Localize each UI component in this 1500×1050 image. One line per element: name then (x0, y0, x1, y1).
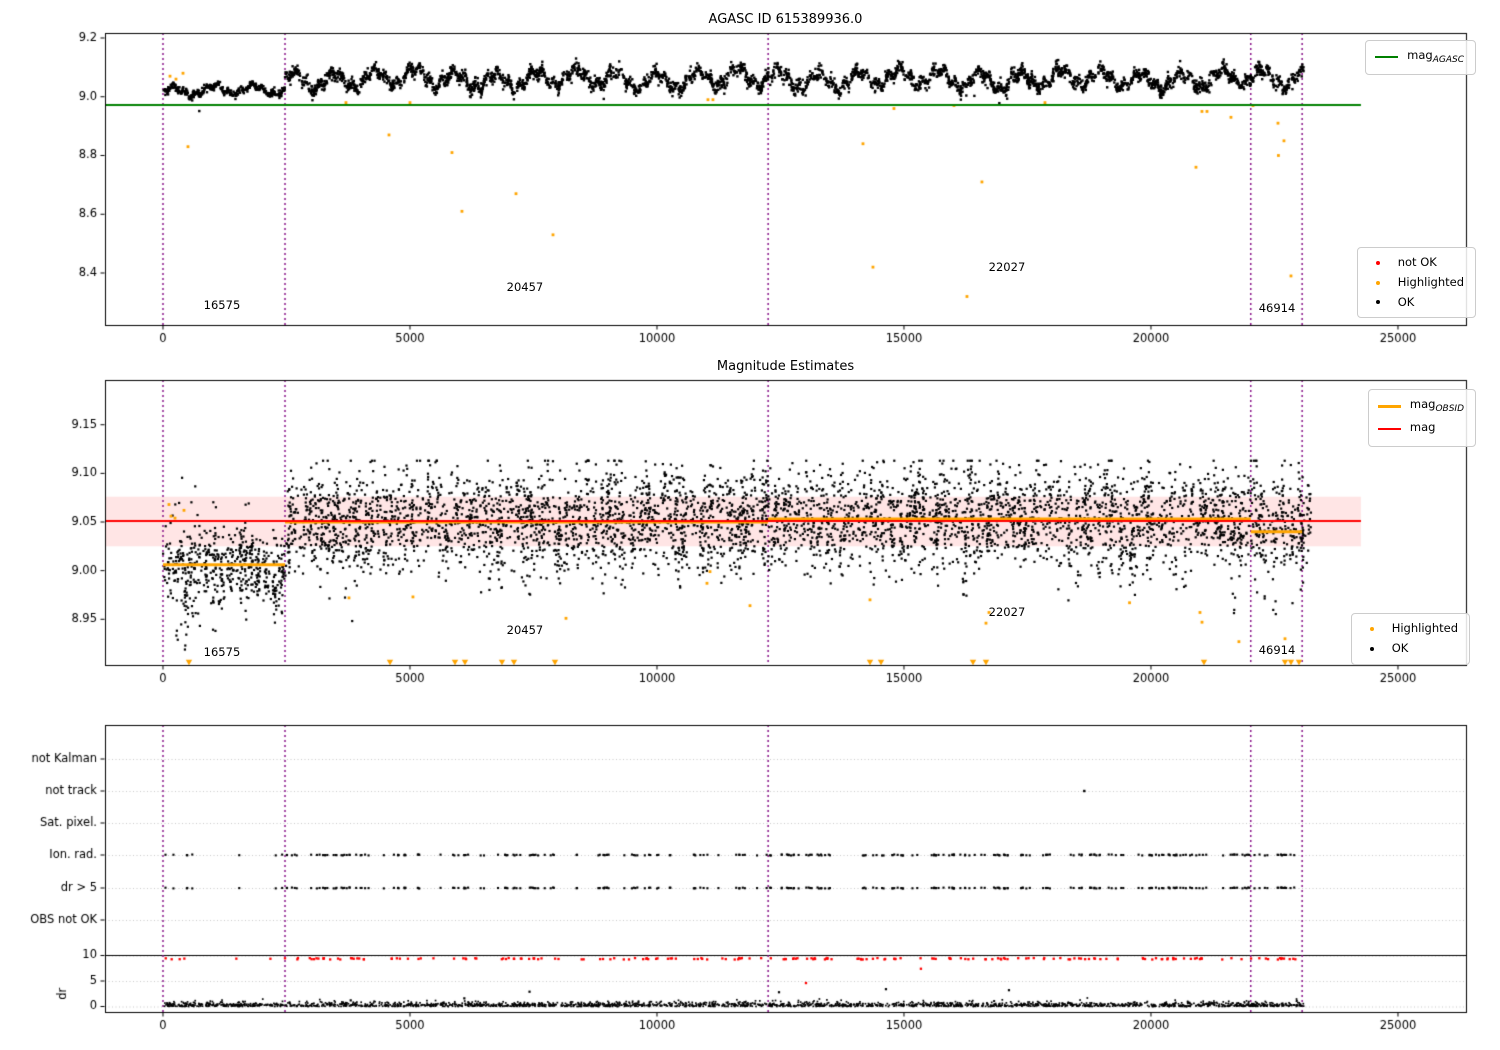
plot2-legend-lines: magOBSID mag (1367, 389, 1476, 447)
legend-label-ok: OK (1397, 294, 1415, 309)
figure: AGASC ID 615389936.0 Magnitude Estimates… (0, 0, 1500, 1050)
plot2-legend-points: Highlighted OK (1350, 613, 1470, 665)
plot1-legend-line: magAGASC (1365, 40, 1476, 75)
mag-obsid-line-swatch (1377, 404, 1401, 408)
obsid-label-22027-mag: 22027 (988, 605, 1026, 620)
ok-dot-swatch (1375, 300, 1380, 305)
ok-dot-swatch (1369, 646, 1374, 651)
mag-agasc-line-swatch (1375, 56, 1399, 59)
obsid-label-46914-mag: 46914 (1258, 643, 1296, 658)
legend-label-mag-obsid: magOBSID (1409, 397, 1464, 415)
legend-label-mag-agasc: magAGASC (1407, 48, 1464, 66)
obsid-label-20457: 20457 (506, 280, 544, 295)
legend-label-highlighted-2: Highlighted (1391, 621, 1458, 635)
legend-entry-ok: OK (1367, 293, 1464, 313)
obsid-label-16575: 16575 (203, 298, 241, 313)
obsid-label-46914: 46914 (1258, 300, 1296, 315)
plot1-legend-points: not OK Highlighted OK (1356, 247, 1476, 319)
legend-entry-ok-2: OK (1361, 639, 1458, 659)
legend-label-highlighted: Highlighted (1397, 274, 1464, 289)
legend-entry-highlighted-2: Highlighted (1361, 619, 1458, 639)
not-ok-dot-swatch (1375, 260, 1380, 265)
legend-entry-mag: mag (1377, 418, 1464, 441)
legend-entry-not-ok: not OK (1367, 253, 1464, 273)
legend-label-ok-2: OK (1391, 640, 1409, 655)
legend-label-mag: mag (1409, 419, 1436, 434)
legend-entry-highlighted: Highlighted (1367, 273, 1464, 293)
highlighted-dot-swatch (1375, 280, 1380, 285)
legend-entry-mag-agasc: magAGASC (1375, 46, 1464, 69)
plots-canvas (0, 0, 1500, 1050)
obsid-label-16575-mag: 16575 (203, 645, 241, 660)
obsid-label-22027: 22027 (988, 259, 1026, 274)
plot1-title: AGASC ID 615389936.0 (708, 12, 863, 27)
obsid-label-20457-mag: 20457 (506, 622, 544, 637)
legend-label-not-ok: not OK (1397, 255, 1437, 269)
mag-line-swatch (1377, 428, 1401, 431)
legend-entry-mag-obsid: magOBSID (1377, 395, 1464, 418)
highlighted-dot-swatch (1369, 626, 1374, 631)
plot2-title: Magnitude Estimates (716, 359, 855, 374)
